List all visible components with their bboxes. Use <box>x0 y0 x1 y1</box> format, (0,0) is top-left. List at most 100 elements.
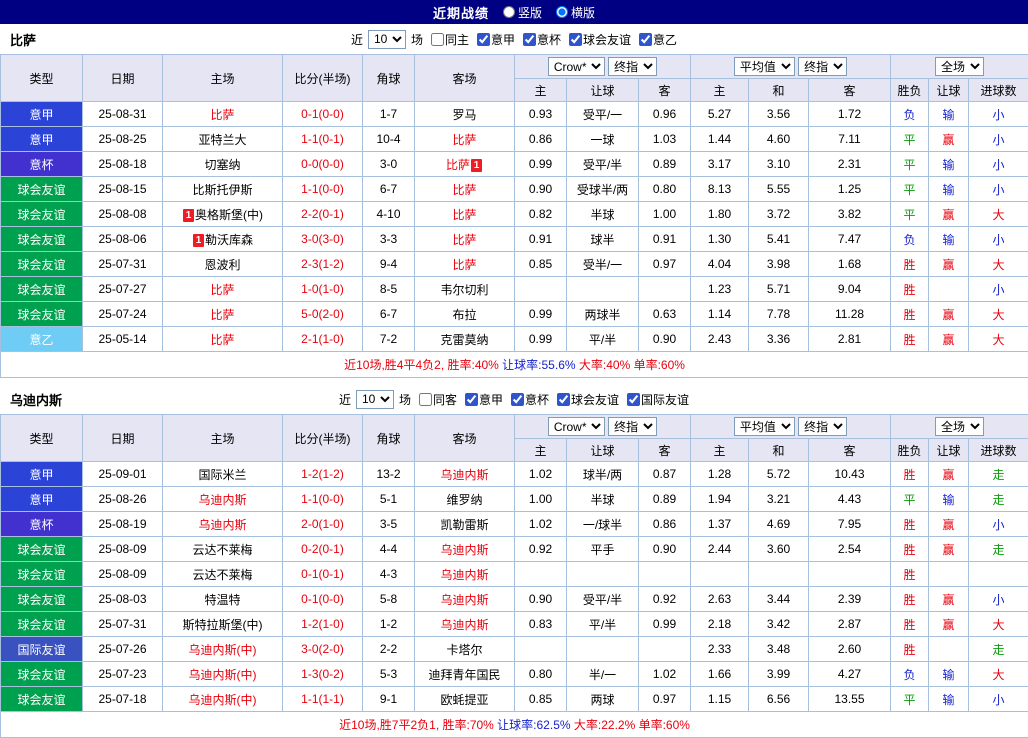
team-name[interactable]: 恩波利 <box>204 258 240 272</box>
league-type-cell: 球会友谊 <box>1 587 83 612</box>
team-name[interactable]: 比萨 <box>452 233 476 247</box>
team-name[interactable]: 比萨 <box>452 133 476 147</box>
handicap-odds-cell <box>515 562 567 587</box>
team-name[interactable]: 比萨 <box>452 258 476 272</box>
league-type-cell: 意甲 <box>1 487 83 512</box>
sub-col-away-avg: 客 <box>809 439 891 462</box>
team-name[interactable]: 乌迪内斯(中) <box>189 643 257 657</box>
team-name[interactable]: 亚特兰大 <box>198 133 246 147</box>
match-row: 意甲25-09-01国际米兰1-2(1-2)13-2乌迪内斯1.02球半/两0.… <box>1 462 1028 487</box>
team-name[interactable]: 乌迪内斯 <box>440 618 488 632</box>
team-name[interactable]: 切塞纳 <box>204 158 240 172</box>
team-name[interactable]: 乌迪内斯 <box>198 518 246 532</box>
average-odds-cell <box>809 562 891 587</box>
filter-serie-a[interactable]: 意甲 <box>465 391 503 408</box>
odds-stage-select[interactable]: 终指 <box>608 57 657 76</box>
match-count-select[interactable]: 10 <box>356 390 394 409</box>
avg-stage-select[interactable]: 终指 <box>798 417 847 436</box>
team-name[interactable]: 比萨 <box>210 308 234 322</box>
away-team-cell: 比萨 <box>415 227 515 252</box>
serie-a-checkbox[interactable] <box>465 393 478 406</box>
team-name[interactable]: 欧蚝提亚 <box>440 693 488 707</box>
scope-select[interactable]: 全场 <box>935 417 984 436</box>
avg-stage-select[interactable]: 终指 <box>798 57 847 76</box>
same-home-checkbox[interactable] <box>431 33 444 46</box>
match-count-select[interactable]: 10 <box>368 30 406 49</box>
intl-friendly-checkbox[interactable] <box>627 393 640 406</box>
away-team-cell: 乌迪内斯 <box>415 562 515 587</box>
vertical-layout-radio[interactable] <box>503 6 515 18</box>
filter-serie-b[interactable]: 意乙 <box>639 31 677 48</box>
team-name[interactable]: 特温特 <box>204 593 240 607</box>
average-odds-cell: 2.33 <box>691 637 749 662</box>
handicap-odds-cell: 两球半 <box>567 302 639 327</box>
page-title: 近期战绩 <box>433 3 489 22</box>
team-name[interactable]: 比萨 <box>452 183 476 197</box>
team-name[interactable]: 比萨 <box>210 283 234 297</box>
team-name[interactable]: 云达不莱梅 <box>192 543 252 557</box>
result-cell: 输 <box>929 487 969 512</box>
team-name[interactable]: 克雷莫纳 <box>440 333 488 347</box>
team-name[interactable]: 维罗纳 <box>446 493 482 507</box>
team-name[interactable]: 比萨 <box>210 108 234 122</box>
corners-cell: 9-1 <box>363 687 415 712</box>
team-name[interactable]: 乌迪内斯 <box>440 543 488 557</box>
odds-stage-select[interactable]: 终指 <box>608 417 657 436</box>
team-name[interactable]: 比斯托伊斯 <box>192 183 252 197</box>
average-odds-cell: 3.99 <box>749 662 809 687</box>
filter-club-friendly[interactable]: 球会友谊 <box>557 391 619 408</box>
team-name[interactable]: 勒沃库森 <box>205 233 253 247</box>
team-name[interactable]: 斯特拉斯堡(中) <box>183 618 263 632</box>
filter-intl-friendly[interactable]: 国际友谊 <box>627 391 689 408</box>
team-name[interactable]: 凯勒雷斯 <box>440 518 488 532</box>
filter-coppa-italia[interactable]: 意杯 <box>523 31 561 48</box>
team-name[interactable]: 比萨 <box>446 158 470 172</box>
coppa-italia-checkbox[interactable] <box>511 393 524 406</box>
odds-company-select[interactable]: Crow* <box>548 57 605 76</box>
team-name[interactable]: 云达不莱梅 <box>192 568 252 582</box>
filter-serie-a[interactable]: 意甲 <box>477 31 515 48</box>
team-name[interactable]: 奥格斯堡(中) <box>195 208 263 222</box>
avg-type-select[interactable]: 平均值 <box>734 57 795 76</box>
team-name[interactable]: 布拉 <box>452 308 476 322</box>
layout-option-horizontal[interactable]: 横版 <box>556 4 595 21</box>
same-away-checkbox[interactable] <box>419 393 432 406</box>
avg-type-select[interactable]: 平均值 <box>734 417 795 436</box>
team-name[interactable]: 韦尔切利 <box>440 283 488 297</box>
result-cell: 大 <box>969 327 1028 352</box>
team-name[interactable]: 比萨 <box>452 208 476 222</box>
horizontal-layout-radio[interactable] <box>556 6 568 18</box>
average-odds-cell: 7.95 <box>809 512 891 537</box>
filter-club-friendly[interactable]: 球会友谊 <box>569 31 631 48</box>
coppa-italia-checkbox[interactable] <box>523 33 536 46</box>
club-friendly-checkbox[interactable] <box>557 393 570 406</box>
serie-b-checkbox[interactable] <box>639 33 652 46</box>
filter-coppa-italia[interactable]: 意杯 <box>511 391 549 408</box>
team-name[interactable]: 比萨 <box>210 333 234 347</box>
team-name[interactable]: 乌迪内斯 <box>440 468 488 482</box>
team-name[interactable]: 国际米兰 <box>198 468 246 482</box>
club-friendly-checkbox[interactable] <box>569 33 582 46</box>
team-name[interactable]: 迪拜青年国民 <box>428 668 500 682</box>
team-name[interactable]: 乌迪内斯 <box>440 568 488 582</box>
team-name-heading: 比萨 <box>10 30 36 49</box>
team-name[interactable]: 乌迪内斯 <box>440 593 488 607</box>
result-cell: 胜 <box>891 302 929 327</box>
scope-select[interactable]: 全场 <box>935 57 984 76</box>
team-name[interactable]: 乌迪内斯(中) <box>189 668 257 682</box>
odds-company-select[interactable]: Crow* <box>548 417 605 436</box>
filter-same-home[interactable]: 同主 <box>431 31 469 48</box>
layout-option-vertical[interactable]: 竖版 <box>503 4 542 21</box>
home-team-cell: 乌迪内斯(中) <box>163 637 283 662</box>
team-name[interactable]: 卡塔尔 <box>446 643 482 657</box>
result-cell: 走 <box>969 487 1028 512</box>
filter-same-away[interactable]: 同客 <box>419 391 457 408</box>
team-name[interactable]: 乌迪内斯(中) <box>189 693 257 707</box>
serie-a-checkbox[interactable] <box>477 33 490 46</box>
team-name[interactable]: 乌迪内斯 <box>198 493 246 507</box>
team-name[interactable]: 罗马 <box>452 108 476 122</box>
average-odds-cell: 2.31 <box>809 152 891 177</box>
handicap-odds-cell: 0.99 <box>515 302 567 327</box>
corners-cell: 4-3 <box>363 562 415 587</box>
average-odds-cell: 3.17 <box>691 152 749 177</box>
